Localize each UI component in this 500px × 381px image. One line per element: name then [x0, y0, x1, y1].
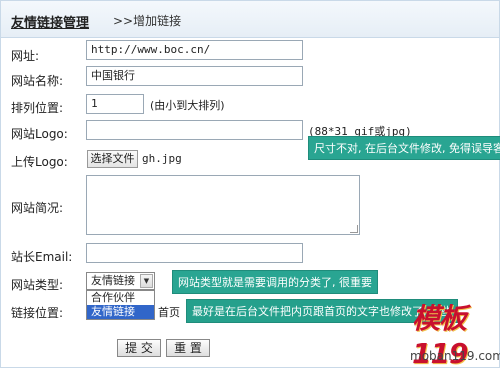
site-name-label: 网站名称: [11, 74, 64, 88]
dropdown-option-partner[interactable]: 合作伙伴 [87, 291, 154, 305]
upload-label: 上传Logo: [11, 155, 68, 169]
logo-input[interactable] [86, 120, 303, 140]
site-type-select[interactable]: 友情链接 ▼ [86, 272, 155, 290]
intro-label: 网站简况: [11, 201, 64, 215]
header-title-link[interactable]: 友情链接管理 [11, 12, 89, 31]
homepage-radio-label[interactable]: 首页 [158, 304, 180, 320]
submit-button[interactable]: 提 交 [117, 339, 161, 357]
email-label: 站长Email: [11, 250, 73, 264]
site-type-selected: 友情链接 [91, 274, 135, 287]
link-position-label: 链接位置: [11, 306, 64, 320]
site-type-label: 网站类型: [11, 278, 64, 292]
logo-label: 网站Logo: [11, 127, 68, 141]
watermark-url: moban119.com [410, 349, 500, 363]
site-type-tip: 网站类型就是需要调用的分类了, 很重要 [172, 270, 378, 294]
reset-button[interactable]: 重 置 [166, 339, 210, 357]
page-header: 友情链接管理 >>增加链接 [0, 0, 500, 38]
url-label: 网址: [11, 49, 40, 63]
site-type-dropdown: 合作伙伴 友情链接 [86, 290, 155, 320]
choose-file-button[interactable]: 选择文件 [87, 150, 138, 168]
order-label: 排列位置: [11, 101, 64, 115]
resize-grip-icon[interactable] [350, 225, 358, 233]
chevron-down-icon[interactable]: ▼ [140, 274, 153, 288]
dropdown-option-friend-link[interactable]: 友情链接 [87, 305, 154, 319]
order-input[interactable]: 1 [86, 94, 144, 114]
intro-textarea[interactable] [86, 175, 360, 235]
header-breadcrumb: >>增加链接 [113, 14, 182, 28]
site-name-input[interactable]: 中国银行 [86, 66, 303, 86]
email-input[interactable] [86, 243, 303, 263]
order-hint: (由小到大排列) [150, 99, 225, 112]
upload-filename: gh.jpg [142, 152, 182, 165]
logo-size-tip: 尺寸不对, 在后台文件修改, 免得误导客户 [308, 136, 500, 160]
url-input[interactable]: http://www.boc.cn/ [86, 40, 303, 60]
